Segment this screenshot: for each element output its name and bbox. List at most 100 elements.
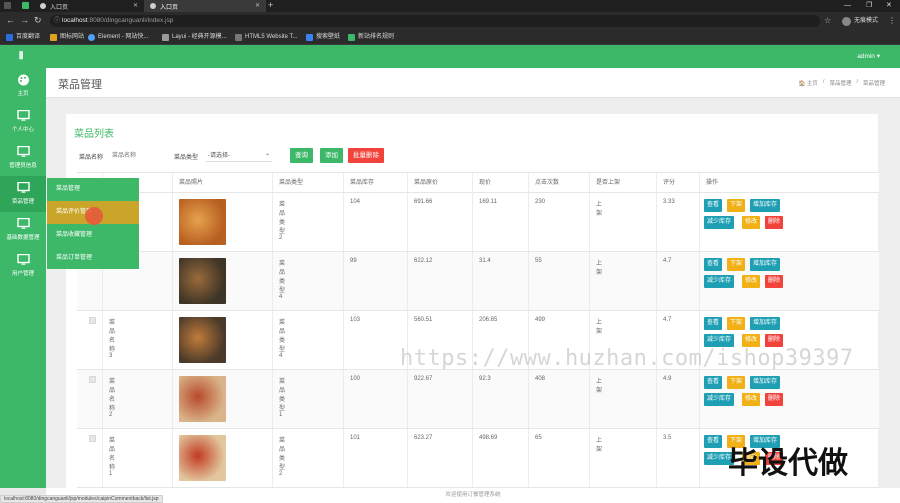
take-down-button[interactable]: 下架: [727, 199, 746, 212]
bookmark-star-icon[interactable]: ☆: [824, 15, 831, 26]
delete-button[interactable]: 删除: [765, 275, 784, 288]
edit-button[interactable]: 修改: [742, 393, 761, 406]
table-cell: 92.3: [472, 370, 491, 428]
bookmark-label: HTML5 Website T...: [245, 34, 298, 40]
submenu-dish-orders[interactable]: 菜品订单管理: [47, 247, 139, 270]
batch-delete-button[interactable]: 批量删除: [348, 148, 384, 163]
add-stock-button[interactable]: 增加库存: [750, 317, 781, 330]
reload-icon[interactable]: ↻: [34, 15, 42, 26]
table-cell: 3.5: [656, 429, 671, 487]
reduce-stock-button[interactable]: 减少库存: [704, 216, 735, 229]
tab-title: 入口页: [50, 4, 69, 11]
edit-button[interactable]: 修改: [742, 216, 761, 229]
new-tab-button[interactable]: +: [268, 0, 273, 11]
delete-button[interactable]: 删除: [765, 393, 784, 406]
delete-button[interactable]: 删除: [765, 216, 784, 229]
sidebar-item-user-management[interactable]: 用户管理: [0, 248, 46, 284]
cell-type: 菜品类型4: [279, 261, 286, 300]
bookmark-label: Layui - 经典开源模...: [172, 34, 227, 40]
bookmark-icon: [348, 34, 355, 41]
bookmark-item[interactable]: 搜索壁纸: [306, 33, 340, 42]
url-input[interactable]: ⓘ localhost:8080/dingcanguanli/index.jsp: [50, 15, 820, 27]
forward-icon[interactable]: →: [20, 15, 29, 26]
edit-button[interactable]: 修改: [742, 275, 761, 288]
submenu-dish-management[interactable]: 菜品管理: [47, 178, 139, 201]
table-cell: 101: [343, 429, 360, 487]
view-button[interactable]: 查看: [704, 435, 723, 448]
tab-title: 入口页: [160, 4, 179, 11]
reduce-stock-button[interactable]: 减少库存: [704, 275, 735, 288]
back-icon[interactable]: ←: [6, 15, 15, 26]
table-cell: 169.11: [472, 193, 497, 251]
add-stock-button[interactable]: 增加库存: [750, 376, 781, 389]
dish-photo: [179, 435, 226, 481]
cell-type: 菜品类型2: [279, 202, 286, 241]
take-down-button[interactable]: 下架: [727, 317, 746, 330]
minimize-icon[interactable]: —: [844, 0, 851, 11]
reduce-stock-button[interactable]: 减少库存: [704, 393, 735, 406]
sidebar-item-home[interactable]: 主页: [0, 68, 46, 104]
table-cell: 菜品名称2: [102, 370, 115, 428]
url-host: localhost: [62, 17, 88, 24]
dish-list-card: 菜品列表 菜品名称 菜品类型 -请选择- ⌄ 查询 添加 批量删除 菜品照片 菜…: [66, 114, 879, 492]
view-button[interactable]: 查看: [704, 199, 723, 212]
bookmark-item[interactable]: HTML5 Website T...: [235, 33, 297, 42]
table-header-row: 菜品照片 菜品类型 菜品库存 菜品原价 现价 点击次数 是否上架 评分 操作: [77, 172, 879, 193]
submenu-dish-favorites[interactable]: 菜品收藏管理: [47, 224, 139, 247]
table-cell: 菜品类型2: [272, 193, 285, 251]
browser-tab-1[interactable]: 入口页 ✕: [34, 0, 144, 12]
bookmark-item[interactable]: 图标网站: [50, 33, 84, 42]
bookmark-item[interactable]: Layui - 经典开源模...: [162, 33, 227, 42]
page-title: 菜品管理: [58, 79, 102, 91]
take-down-button[interactable]: 下架: [727, 258, 746, 271]
table-cell: 230: [528, 193, 545, 251]
query-button[interactable]: 查询: [290, 148, 313, 163]
incognito-profile[interactable]: 无痕模式: [842, 15, 878, 27]
maximize-icon[interactable]: ❐: [866, 0, 872, 11]
close-window-icon[interactable]: ✕: [886, 0, 892, 11]
table-cell: [77, 311, 96, 369]
tab-actions-icon[interactable]: [4, 2, 11, 9]
browser-tab-2[interactable]: 入口页 ✕: [144, 0, 266, 12]
sidebar-item-profile[interactable]: 个人中心: [0, 104, 46, 140]
breadcrumb-item[interactable]: 菜品管理: [829, 79, 851, 87]
close-icon[interactable]: ✕: [255, 2, 260, 9]
add-button[interactable]: 添加: [320, 148, 343, 163]
bookmark-item[interactable]: Element - 网站快...: [88, 33, 148, 42]
view-button[interactable]: 查看: [704, 376, 723, 389]
table-cell: 104: [343, 193, 360, 251]
header-cell: 是否上架: [589, 173, 620, 192]
browser-menu-icon[interactable]: ⋮: [888, 15, 896, 26]
sidebar-item-basic-data[interactable]: 基础数据管理: [0, 212, 46, 248]
bookmark-icon: [50, 34, 57, 41]
breadcrumb-home[interactable]: 🏠 主页: [799, 79, 818, 87]
cell-score: 4.7: [663, 317, 672, 323]
take-down-button[interactable]: 下架: [727, 376, 746, 389]
dish-photo: [179, 199, 226, 245]
bookmark-item[interactable]: 百度翻译: [6, 33, 40, 42]
bookmark-label: 新站排名规则: [358, 34, 395, 40]
bookmark-item[interactable]: 新站排名规则: [348, 33, 394, 42]
sidebar-item-dish-management[interactable]: 菜品管理: [0, 176, 46, 212]
row-checkbox[interactable]: [89, 376, 96, 383]
add-stock-button[interactable]: 增加库存: [750, 258, 781, 271]
sidebar-item-admin-info[interactable]: 管理员信息: [0, 140, 46, 176]
view-button[interactable]: 查看: [704, 258, 723, 271]
dish-type-select[interactable]: -请选择- ⌄: [206, 150, 272, 162]
view-button[interactable]: 查看: [704, 317, 723, 330]
app-logo-icon[interactable]: ⫴: [19, 51, 27, 62]
dish-name-input[interactable]: [109, 149, 161, 162]
add-stock-button[interactable]: 增加库存: [750, 199, 781, 212]
row-checkbox[interactable]: [89, 435, 96, 442]
close-icon[interactable]: ✕: [133, 2, 138, 9]
table-cell: 408: [528, 370, 545, 428]
cell-score: 3.33: [663, 199, 675, 205]
bookmarks-bar: 百度翻译 图标网站 Element - 网站快... Layui - 经典开源模…: [0, 30, 900, 45]
user-menu[interactable]: admin ▾: [857, 52, 880, 60]
breadcrumb-separator: /: [856, 79, 858, 85]
cell-price: 169.11: [479, 199, 497, 205]
table-cell: [172, 252, 226, 310]
table-cell: 菜品名称1: [102, 429, 115, 487]
row-checkbox[interactable]: [89, 317, 96, 324]
header-cell: 现价: [472, 173, 491, 192]
